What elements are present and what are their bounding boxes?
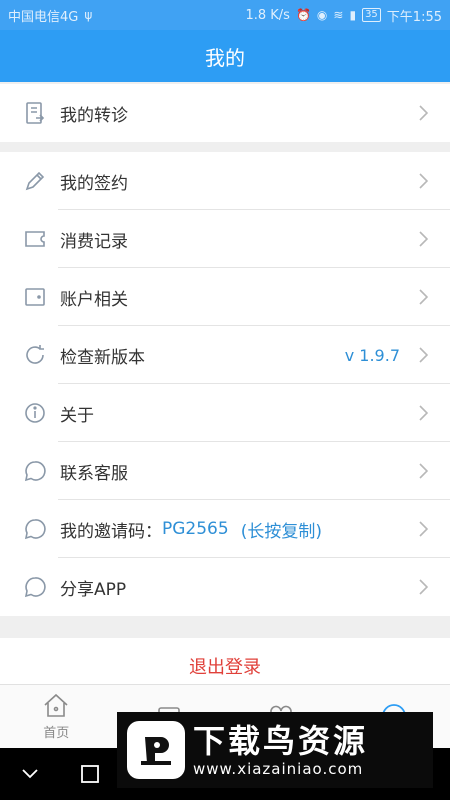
logout-label: 退出登录 [189, 657, 261, 678]
menu-item-contract[interactable]: 我的签约 [0, 152, 450, 210]
menu-label: 我的邀请码： [60, 521, 162, 542]
wifi-icon: ≋ [333, 8, 344, 22]
menu-label: 关于 [60, 405, 94, 426]
chevron-down-icon [22, 769, 38, 779]
invite-code[interactable]: PG2565 [162, 519, 229, 539]
version-value: v 1.9.7 [344, 345, 400, 365]
tab-home[interactable]: 首页 [0, 685, 113, 748]
menu-item-referral[interactable]: 我的转诊 [0, 84, 450, 142]
menu-item-account[interactable]: 账户相关 [0, 268, 450, 326]
invite-copy-hint: (长按复制) [240, 521, 322, 542]
menu-label: 分享APP [60, 579, 127, 600]
clock-text: 下午1:55 [386, 9, 442, 25]
menu-item-about[interactable]: 关于 [0, 384, 450, 442]
menu-label: 消费记录 [60, 231, 128, 252]
menu-label: 我的签约 [60, 173, 128, 194]
chevron-right-icon [418, 173, 429, 189]
usb-icon: ψ [84, 8, 93, 22]
wallet-icon [22, 284, 48, 310]
watermark-overlay: 下载鸟资源 www.xiazainiao.com [117, 712, 433, 788]
menu-item-contact[interactable]: 联系客服 [0, 442, 450, 500]
home-icon [44, 693, 68, 717]
referral-icon [22, 100, 48, 126]
menu-label: 账户相关 [60, 289, 128, 310]
chevron-right-icon [418, 521, 429, 537]
bird-logo-icon [127, 721, 185, 779]
menu-group-main: 我的签约 消费记录 账户相关 检查新版本 v 1.9.7 关于 联系客服 我的邀… [0, 152, 450, 616]
info-icon [22, 400, 48, 426]
menu-group-referral: 我的转诊 [0, 84, 450, 142]
menu-item-consumption[interactable]: 消费记录 [0, 210, 450, 268]
chat-bubble-icon [22, 516, 48, 542]
page-header: 我的 [0, 30, 450, 82]
chevron-right-icon [418, 289, 429, 305]
menu-label: 检查新版本 [60, 347, 145, 368]
alarm-icon: ⏰ [295, 8, 311, 22]
refresh-icon [22, 342, 48, 368]
menu-item-invite[interactable]: 我的邀请码： PG2565 (长按复制) [0, 500, 450, 558]
chat-bubble-icon [22, 574, 48, 600]
status-bar: 中国电信4G ψ 1.8 K/s ⏰ ◉ ≋ ▮ 35 下午1:55 [0, 0, 450, 30]
square-icon [81, 765, 99, 783]
ticket-icon [22, 226, 48, 252]
chevron-right-icon [418, 405, 429, 421]
page-title: 我的 [205, 45, 245, 70]
menu-label: 我的转诊 [60, 105, 128, 126]
chevron-right-icon [418, 579, 429, 595]
chevron-right-icon [418, 463, 429, 479]
signal-icon: ▮ [349, 8, 357, 22]
carrier-text: 中国电信4G [8, 9, 79, 25]
network-speed: 1.8 K/s [245, 7, 290, 23]
pencil-icon [22, 168, 48, 194]
chevron-right-icon [418, 347, 429, 363]
chat-bubble-icon [22, 458, 48, 484]
battery-icon: 35 [362, 8, 381, 22]
chevron-right-icon [418, 231, 429, 247]
nav-back-button[interactable] [0, 748, 60, 800]
watermark-url: www.xiazainiao.com [193, 760, 364, 778]
menu-item-share[interactable]: 分享APP [0, 558, 450, 616]
tab-label: 首页 [43, 726, 70, 741]
eye-icon: ◉ [316, 8, 328, 22]
menu-label: 联系客服 [60, 463, 128, 484]
watermark-title: 下载鸟资源 [193, 722, 369, 760]
menu-item-update[interactable]: 检查新版本 v 1.9.7 [0, 326, 450, 384]
nav-recents-button[interactable] [60, 748, 120, 800]
chevron-right-icon [418, 105, 429, 121]
